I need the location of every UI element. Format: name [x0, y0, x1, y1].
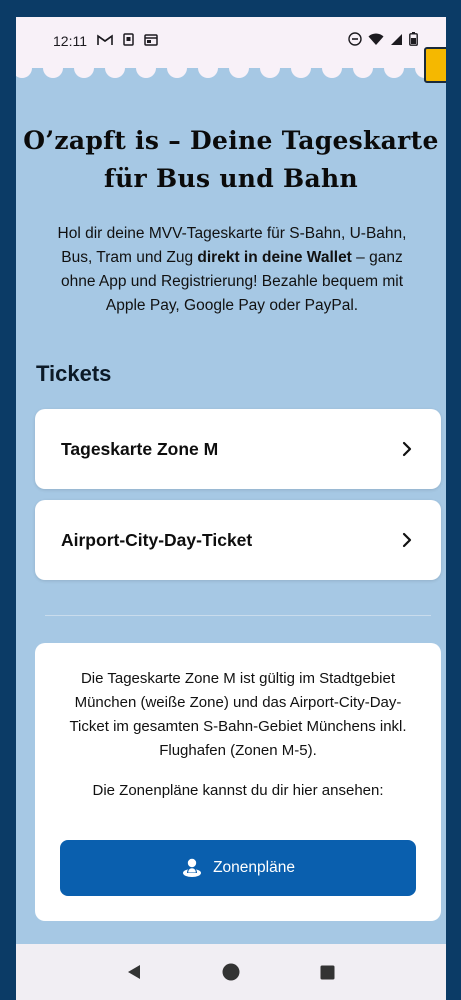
ticket-label: Airport-City-Day-Ticket: [61, 529, 253, 550]
ticket-card-tageskarte[interactable]: Tageskarte Zone M: [35, 409, 441, 489]
gmail-icon: [97, 33, 113, 49]
status-left: 12:11: [53, 33, 158, 49]
title-line-2: für Bus und Bahn: [104, 164, 358, 193]
floating-tab[interactable]: [424, 47, 446, 83]
home-icon[interactable]: [216, 957, 246, 987]
ticket-label: Tageskarte Zone M: [61, 438, 219, 459]
scalloped-edge: [16, 64, 446, 78]
map-pin-person-icon: [183, 858, 202, 877]
status-bar: 12:11: [16, 17, 446, 64]
page-title: O’zapft is – Deine Tageskarte für Bus un…: [16, 122, 446, 198]
zone-info-card: Die Tageskarte Zone M ist gültig im Stad…: [35, 643, 441, 921]
chevron-right-icon: [402, 532, 412, 548]
intro-bold: direkt in deine Wallet: [197, 249, 352, 266]
phone-screen: 12:11 O’zapft is – Deine Tageskarte für …: [16, 17, 446, 1000]
chevron-right-icon: [402, 441, 412, 457]
zonenplaene-button[interactable]: Zonenpläne: [60, 840, 416, 896]
wifi-icon: [368, 33, 384, 49]
intro-text: Hol dir deine MVV-Tageskarte für S-Bahn,…: [42, 222, 422, 318]
zone-info-text: Die Tageskarte Zone M ist gültig im Stad…: [69, 670, 407, 759]
signal-icon: [390, 33, 403, 49]
system-nav-bar: [16, 944, 446, 1000]
title-line-1: O’zapft is – Deine Tageskarte: [23, 126, 439, 155]
tickets-heading: Tickets: [36, 361, 112, 386]
back-icon[interactable]: [119, 957, 149, 987]
sim-icon: [123, 32, 134, 49]
screen-icon: [144, 33, 158, 49]
zone-plan-prompt: Die Zonenpläne kannst du dir hier ansehe…: [92, 782, 384, 799]
battery-icon: [409, 32, 418, 49]
recents-icon[interactable]: [313, 957, 343, 987]
clock: 12:11: [53, 32, 87, 49]
zonenplaene-label: Zonenpläne: [213, 859, 295, 876]
status-right: [348, 32, 418, 49]
dnd-icon: [348, 32, 362, 49]
divider: [45, 615, 431, 616]
ticket-card-airport[interactable]: Airport-City-Day-Ticket: [35, 500, 441, 580]
